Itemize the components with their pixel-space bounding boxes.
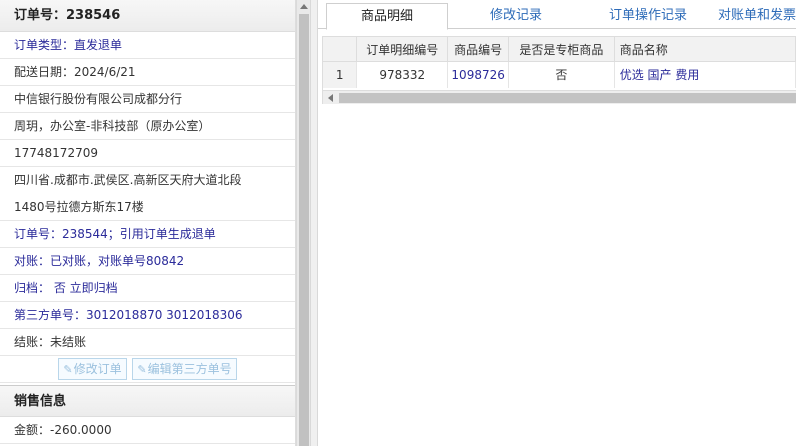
row-number-header — [323, 36, 358, 62]
edit-icon: ✎ — [137, 363, 147, 376]
detail-id-cell: 978332 — [356, 61, 449, 88]
edit-third-party-label: 编辑第三方单号 — [147, 362, 232, 376]
edit-icon: ✎ — [63, 363, 73, 376]
product-detail-grid: 订单明细编号 商品编号 是否是专柜商品 商品名称 1 978332 109872… — [322, 36, 796, 104]
address-line-2: 1480号拉德方斯东17楼 — [0, 194, 295, 221]
column-header[interactable]: 订单明细编号 — [356, 36, 449, 62]
company-name: 中信银行股份有限公司成都分行 — [0, 86, 295, 113]
contact-phone: 17748172709 — [0, 140, 295, 167]
contact-person: 周玥，办公室-非科技部（原办公室） — [0, 113, 295, 140]
row-number: 1 — [323, 61, 358, 88]
settle-status: 结账：未结账 — [0, 329, 295, 356]
panel-splitter[interactable] — [310, 0, 318, 446]
scroll-left-arrow-icon[interactable] — [328, 93, 333, 102]
edit-third-party-button[interactable]: ✎编辑第三方单号 — [132, 358, 237, 380]
third-party-numbers: 第三方单号：3012018870 3012018306 — [0, 302, 295, 329]
column-header[interactable]: 商品名称 — [614, 36, 796, 62]
action-buttons: ✎修改订单 ✎编辑第三方单号 — [0, 356, 295, 383]
edit-order-label: 修改订单 — [73, 362, 122, 376]
reconcile-status[interactable]: 对账：已对账，对账单号80842 — [0, 248, 295, 275]
table-row[interactable]: 1 978332 1098726 否 优选 国产 费用 — [323, 61, 796, 88]
tab-statement-invoice[interactable]: 对账单和发票 — [718, 3, 796, 29]
product-id-cell[interactable]: 1098726 — [447, 61, 510, 88]
table-header-row: 订单明细编号 商品编号 是否是专柜商品 商品名称 — [323, 36, 796, 62]
order-info-panel: 订单号：238546 订单类型：直发退单 配送日期：2024/6/21 中信银行… — [0, 0, 296, 446]
scroll-up-arrow-icon[interactable] — [300, 4, 308, 9]
grid-horizontal-scrollbar[interactable] — [323, 89, 796, 104]
address-line-1: 四川省.成都市.武侯区.高新区天府大道北段 — [14, 173, 242, 187]
tab-product-details[interactable]: 商品明细 — [326, 3, 448, 30]
edit-order-button[interactable]: ✎修改订单 — [58, 358, 127, 380]
product-name-cell[interactable]: 优选 国产 费用 — [614, 61, 796, 88]
order-number-header: 订单号：238546 — [0, 0, 295, 32]
horizontal-scrollbar-thumb[interactable] — [339, 92, 796, 103]
column-header[interactable]: 是否是专柜商品 — [508, 36, 615, 62]
is-counter-cell: 否 — [508, 61, 615, 88]
delivery-date: 配送日期：2024/6/21 — [0, 59, 295, 86]
order-type: 订单类型：直发退单 — [0, 32, 295, 59]
sales-info-header: 销售信息 — [0, 385, 295, 417]
details-panel: 商品明细 修改记录 订单操作记录 对账单和发票 订单明细编号 商品编号 是否是专… — [318, 0, 796, 446]
referenced-order[interactable]: 订单号：238544；引用订单生成退单 — [0, 221, 295, 248]
left-panel-scrollbar[interactable] — [296, 0, 310, 446]
scrollbar-thumb[interactable] — [299, 14, 309, 446]
tab-edit-records[interactable]: 修改记录 — [464, 3, 568, 29]
sales-amount: 金额：-260.0000 — [0, 417, 295, 444]
archive-status[interactable]: 归档： 否 立即归档 — [0, 275, 295, 302]
tab-order-operation-records[interactable]: 订单操作记录 — [590, 3, 706, 29]
column-header[interactable]: 商品编号 — [447, 36, 510, 62]
tab-bar: 商品明细 修改记录 订单操作记录 对账单和发票 — [318, 0, 796, 30]
